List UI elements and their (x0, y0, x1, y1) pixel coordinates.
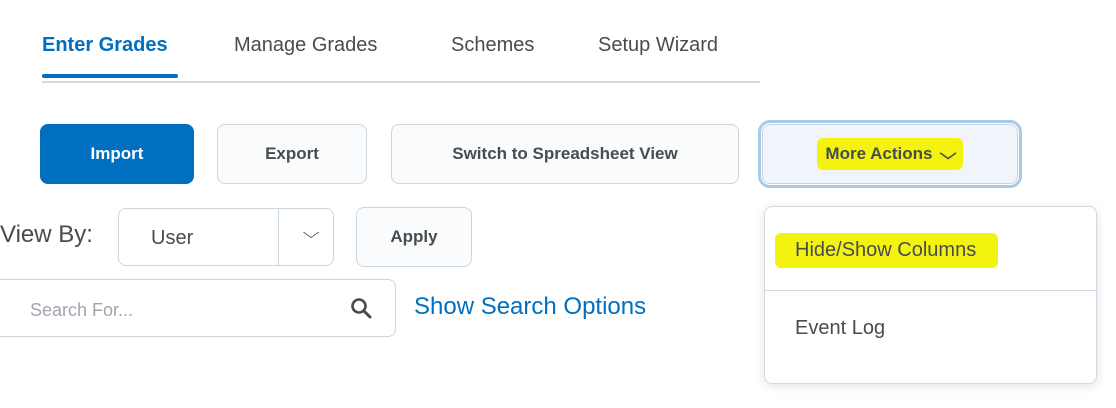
apply-button[interactable]: Apply (356, 207, 472, 267)
search-icon[interactable] (349, 296, 373, 320)
menu-item-label: Hide/Show Columns (775, 233, 999, 268)
select-divider (278, 209, 279, 265)
view-by-label: View By: (0, 221, 93, 248)
tab-label: Manage Grades (234, 34, 378, 56)
tab-bar: Enter Grades Manage Grades Schemes Setup… (42, 26, 760, 83)
menu-divider (765, 290, 1096, 291)
tab-schemes[interactable]: Schemes (451, 34, 534, 57)
search-field (0, 279, 396, 337)
tab-enter-grades[interactable]: Enter Grades (42, 34, 178, 78)
export-button[interactable]: Export (217, 124, 367, 184)
export-button-label: Export (265, 144, 319, 163)
more-actions-menu: Hide/Show Columns Event Log (764, 206, 1097, 384)
switch-to-spreadsheet-button[interactable]: Switch to Spreadsheet View (391, 124, 739, 184)
view-by-select[interactable]: User ⌵ (118, 208, 334, 266)
spreadsheet-button-label: Switch to Spreadsheet View (452, 144, 678, 163)
active-tab-indicator (42, 74, 178, 78)
more-actions-button[interactable]: More Actions ⌵ (758, 120, 1022, 188)
chevron-down-icon: ⌵ (940, 146, 958, 163)
menu-item-label: Event Log (795, 317, 886, 339)
more-actions-highlight: More Actions ⌵ (817, 138, 963, 170)
menu-item-hide-show-columns[interactable]: Hide/Show Columns (765, 233, 1096, 283)
more-actions-label: More Actions (825, 144, 933, 163)
chevron-down-icon: ⌵ (302, 225, 320, 242)
tab-label: Enter Grades (42, 34, 168, 56)
search-input[interactable] (28, 296, 322, 324)
tab-label: Setup Wizard (598, 34, 719, 56)
apply-button-label: Apply (390, 227, 438, 246)
tab-manage-grades[interactable]: Manage Grades (234, 34, 377, 57)
tab-label: Schemes (451, 34, 535, 56)
import-button[interactable]: Import (40, 124, 194, 184)
import-button-label: Import (90, 144, 144, 163)
show-search-options-link[interactable]: Show Search Options (414, 293, 646, 321)
view-by-selected-value: User (151, 227, 194, 249)
menu-item-event-log[interactable]: Event Log (765, 317, 1096, 357)
tab-setup-wizard[interactable]: Setup Wizard (598, 34, 718, 57)
